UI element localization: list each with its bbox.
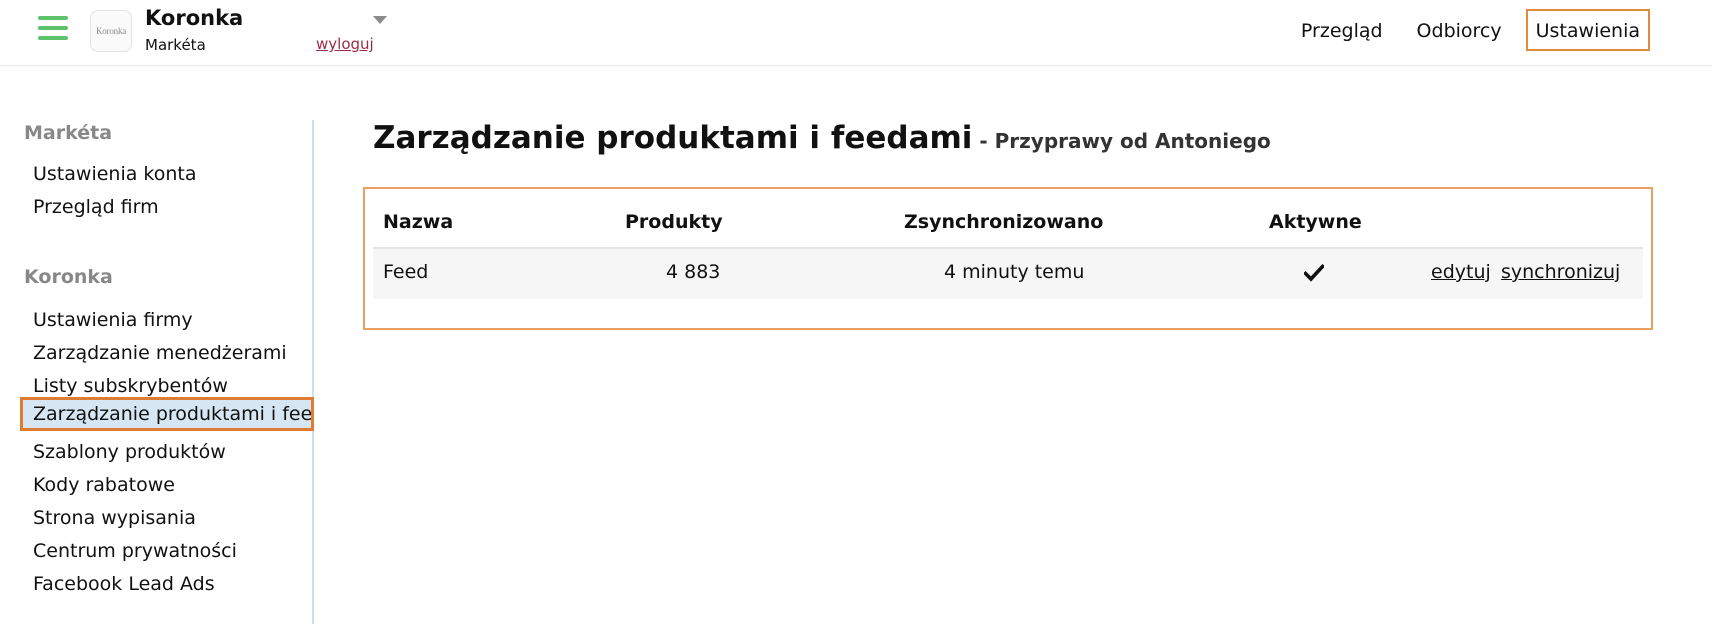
sidebar-item-unsubscribe-page[interactable]: Strona wypisania	[20, 499, 314, 533]
table-row: Feed 4 883 4 minuty temu edytuj synchron…	[373, 249, 1643, 299]
feed-products-count: 4 883	[666, 261, 721, 283]
sync-feed-link[interactable]: synchronizuj	[1501, 261, 1620, 283]
sidebar-section-heading: Koronka	[24, 266, 113, 288]
logout-link[interactable]: wyloguj	[316, 35, 374, 53]
column-header-active: Aktywne	[1269, 211, 1362, 233]
column-header-synced: Zsynchronizowano	[904, 211, 1104, 233]
user-name: Markéta	[145, 36, 206, 54]
hamburger-icon[interactable]	[38, 16, 68, 42]
sidebar-item-privacy-center[interactable]: Centrum prywatności	[20, 532, 314, 566]
edit-feed-link[interactable]: edytuj	[1431, 261, 1491, 283]
page-subtitle: - Przyprawy od Antoniego	[972, 129, 1271, 153]
sidebar-item-company-settings[interactable]: Ustawienia firmy	[20, 301, 314, 335]
hamburger-line	[38, 36, 68, 40]
column-header-products: Produkty	[625, 211, 723, 233]
column-header-name: Nazwa	[383, 211, 454, 233]
page-title: Zarządzanie produktami i feedami - Przyp…	[373, 118, 1271, 156]
feeds-table: Nazwa Produkty Zsynchronizowano Aktywne …	[373, 199, 1643, 299]
sidebar-item-product-templates[interactable]: Szablony produktów	[20, 433, 314, 467]
nav-recipients[interactable]: Odbiorcy	[1407, 9, 1512, 51]
feeds-panel: Nazwa Produkty Zsynchronizowano Aktywne …	[363, 187, 1653, 330]
sidebar-item-products-feeds[interactable]: Zarządzanie produktami i feedami	[20, 397, 314, 431]
sidebar-item-discount-codes[interactable]: Kody rabatowe	[20, 466, 314, 500]
page-title-main: Zarządzanie produktami i feedami	[373, 120, 973, 156]
top-navigation: Przegląd Odbiorcy Ustawienia	[1277, 9, 1650, 51]
hamburger-line	[38, 16, 68, 20]
settings-sidebar: Markéta Ustawienia konta Przegląd firm K…	[0, 120, 314, 624]
hamburger-line	[38, 26, 68, 30]
company-logo: Koronka	[90, 10, 132, 52]
caret-down-icon[interactable]	[373, 16, 387, 24]
feed-synced-time: 4 minuty temu	[944, 261, 1085, 283]
table-header: Nazwa Produkty Zsynchronizowano Aktywne	[373, 199, 1643, 249]
nav-settings[interactable]: Ustawienia	[1525, 9, 1650, 51]
top-bar: Koronka Koronka Markéta wyloguj Przegląd…	[0, 0, 1712, 66]
sidebar-item-managers[interactable]: Zarządzanie menedżerami	[20, 334, 314, 368]
logo-text: Koronka	[95, 26, 127, 36]
sidebar-item-companies-overview[interactable]: Przegląd firm	[20, 188, 314, 222]
account-name: Koronka	[145, 6, 244, 30]
sidebar-section-heading: Markéta	[24, 122, 113, 144]
sidebar-item-subscriber-lists[interactable]: Listy subskrybentów	[20, 367, 314, 401]
checkmark-icon	[1304, 264, 1324, 282]
sidebar-item-facebook-lead-ads[interactable]: Facebook Lead Ads	[20, 565, 314, 599]
nav-overview[interactable]: Przegląd	[1291, 9, 1393, 51]
sidebar-item-account-settings[interactable]: Ustawienia konta	[20, 155, 314, 189]
feed-name: Feed	[383, 261, 429, 283]
